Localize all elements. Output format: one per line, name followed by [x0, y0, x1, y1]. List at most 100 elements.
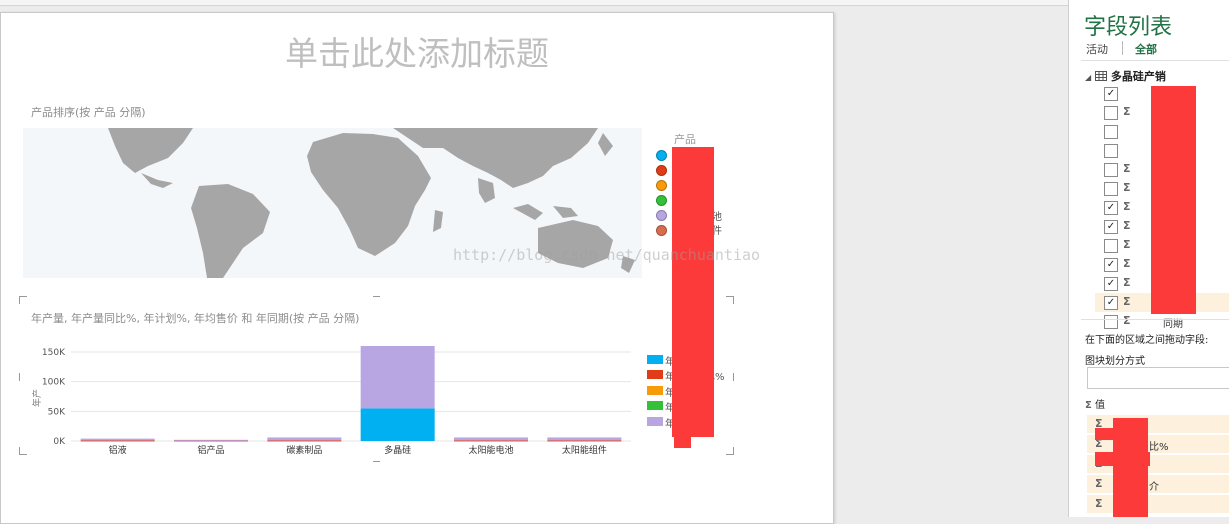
x-tick-label: 铝产品: [197, 444, 224, 456]
map-title: 产品排序(按 产品 分隔): [31, 106, 146, 119]
bar-segment: [174, 439, 248, 441]
field-list-title: 字段列表: [1084, 15, 1173, 40]
sigma-icon: Σ: [1123, 295, 1131, 308]
values-label: 值: [1095, 400, 1106, 411]
bar-segment: [360, 346, 435, 409]
chart-legend-swatch-1: [647, 355, 663, 364]
x-tick-label: 太阳能电池: [468, 444, 513, 456]
x-tick-label: 多晶硅: [384, 444, 411, 456]
field-list-pane: 字段列表 活动 全部 ◢ 多晶硅产销 ✓Σ表ΣΣ✓Σ✓Σ同比%Σ✓Σ%✓Σ价✓Σ…: [1068, 0, 1229, 517]
bar-segment: [80, 440, 155, 442]
chart-legend-swatch-5: [647, 417, 663, 426]
chart-title: 年产量, 年产量同比%, 年计划%, 年均售价 和 年同期(按 产品 分隔): [31, 312, 360, 325]
sigma-icon: Σ: [1123, 314, 1131, 327]
field-label: 同期: [1163, 319, 1183, 330]
bar-segment: [454, 440, 528, 442]
chart-selection-corner: [19, 296, 27, 304]
y-tick-label: 150K: [42, 348, 66, 358]
sigma-icon: Σ: [1095, 497, 1103, 510]
sigma-icon: Σ: [1123, 162, 1131, 175]
chart-selection-corner: [726, 296, 734, 304]
y-tick-label: 50K: [48, 407, 66, 417]
field-checkbox[interactable]: ✓: [1104, 220, 1118, 234]
redaction-block: [674, 433, 691, 448]
field-checkbox[interactable]: ✓: [1104, 87, 1118, 101]
field-checkbox[interactable]: [1104, 239, 1118, 253]
y-tick-label: 100K: [42, 378, 66, 388]
bar-segment: [547, 437, 622, 441]
chart-legend-swatch-4: [647, 401, 663, 410]
bar-segment: [267, 440, 342, 442]
field-checkbox[interactable]: ✓: [1104, 277, 1118, 291]
field-row[interactable]: Σ 同期: [1095, 312, 1229, 331]
field-checkbox[interactable]: ✓: [1104, 258, 1118, 272]
chart-legend-swatch-2: [647, 370, 663, 379]
report-canvas: 单击此处添加标题 产品排序(按 产品 分隔) 产品 池 件 年产量, 年产量同比…: [0, 12, 834, 524]
field-checkbox[interactable]: ✓: [1104, 201, 1118, 215]
map-legend-dot-4: [656, 195, 667, 206]
map-legend-dot-2: [656, 165, 667, 176]
sigma-icon: Σ: [1123, 219, 1131, 232]
field-checkbox[interactable]: [1104, 182, 1118, 196]
sigma-icon: Σ: [1123, 200, 1131, 213]
redaction-block: [1095, 452, 1150, 466]
table-name: 多晶硅产销: [1110, 70, 1166, 83]
field-checkbox[interactable]: ✓: [1104, 296, 1118, 310]
map-legend-dot-6: [656, 225, 667, 236]
chart-selection-corner: [19, 447, 27, 455]
x-tick-label: 太阳能组件: [562, 444, 607, 456]
value-field-item[interactable]: Σ介: [1087, 475, 1229, 494]
y-tick-label: 0K: [53, 437, 66, 447]
sigma-icon: Σ: [1123, 105, 1131, 118]
tab-all[interactable]: 全部: [1135, 41, 1157, 57]
sigma-icon: Σ: [1123, 257, 1131, 270]
x-tick-label: 碳素制品: [286, 444, 322, 456]
field-checkbox[interactable]: [1104, 125, 1118, 139]
divider: [1081, 319, 1229, 320]
chart-selection-corner: [726, 373, 734, 381]
x-tick-label: 铝液: [109, 444, 127, 456]
bar-segment: [267, 437, 342, 441]
y-axis-label: 年产: [31, 389, 43, 407]
map-legend-dot-3: [656, 180, 667, 191]
tab-divider: [1122, 41, 1123, 55]
chart-selection-corner: [373, 296, 380, 304]
bar-segment: [360, 408, 435, 441]
value-field-item[interactable]: Σ: [1087, 495, 1229, 514]
field-checkbox[interactable]: [1104, 106, 1118, 120]
chart-selection-corner: [19, 373, 27, 381]
field-checkbox[interactable]: [1104, 163, 1118, 177]
map-legend-dot-1: [656, 150, 667, 161]
value-field-label: 介: [1149, 482, 1159, 493]
field-checkbox[interactable]: [1104, 144, 1118, 158]
divider: [1081, 60, 1229, 61]
values-header: Σ 值: [1085, 396, 1105, 411]
expand-triangle-icon[interactable]: ◢: [1085, 73, 1091, 82]
table-node[interactable]: ◢ 多晶硅产销: [1085, 68, 1166, 84]
bar-segment: [547, 440, 622, 442]
sigma-icon: Σ: [1123, 238, 1131, 251]
table-icon: [1095, 71, 1107, 81]
sigma-icon: Σ: [1095, 477, 1103, 490]
map-legend-dot-5: [656, 210, 667, 221]
chart-selection-corner: [726, 447, 734, 455]
sigma-icon: Σ: [1123, 276, 1131, 289]
chart-legend-swatch-3: [647, 386, 663, 395]
redaction-block: [1095, 428, 1145, 440]
bar-segment: [80, 438, 155, 441]
tab-active[interactable]: 活动: [1086, 41, 1108, 57]
redaction-block: [672, 147, 714, 437]
field-checkbox[interactable]: [1104, 315, 1118, 329]
map-legend-title: 产品: [674, 133, 696, 146]
bar-chart[interactable]: 0K 50K 100K 150K 年产铝液 铝产品 碳素制品 多晶硅 太阳能电池 太阳能组件: [31, 338, 636, 458]
bar-segment: [454, 437, 528, 441]
value-field-label: 比%: [1149, 442, 1169, 453]
sigma-icon: Σ: [1085, 400, 1092, 411]
drag-hint: 在下面的区域之间拖动字段:: [1085, 335, 1209, 346]
window-top-strip: [0, 0, 1229, 6]
report-title-placeholder[interactable]: 单击此处添加标题: [1, 27, 833, 75]
tile-by-label: 图块划分方式: [1085, 356, 1145, 367]
watermark: http://blog.csdn.net/quanchuantiao: [453, 246, 761, 264]
tile-by-drop-zone[interactable]: [1087, 367, 1229, 389]
redaction-block: [1151, 86, 1196, 314]
